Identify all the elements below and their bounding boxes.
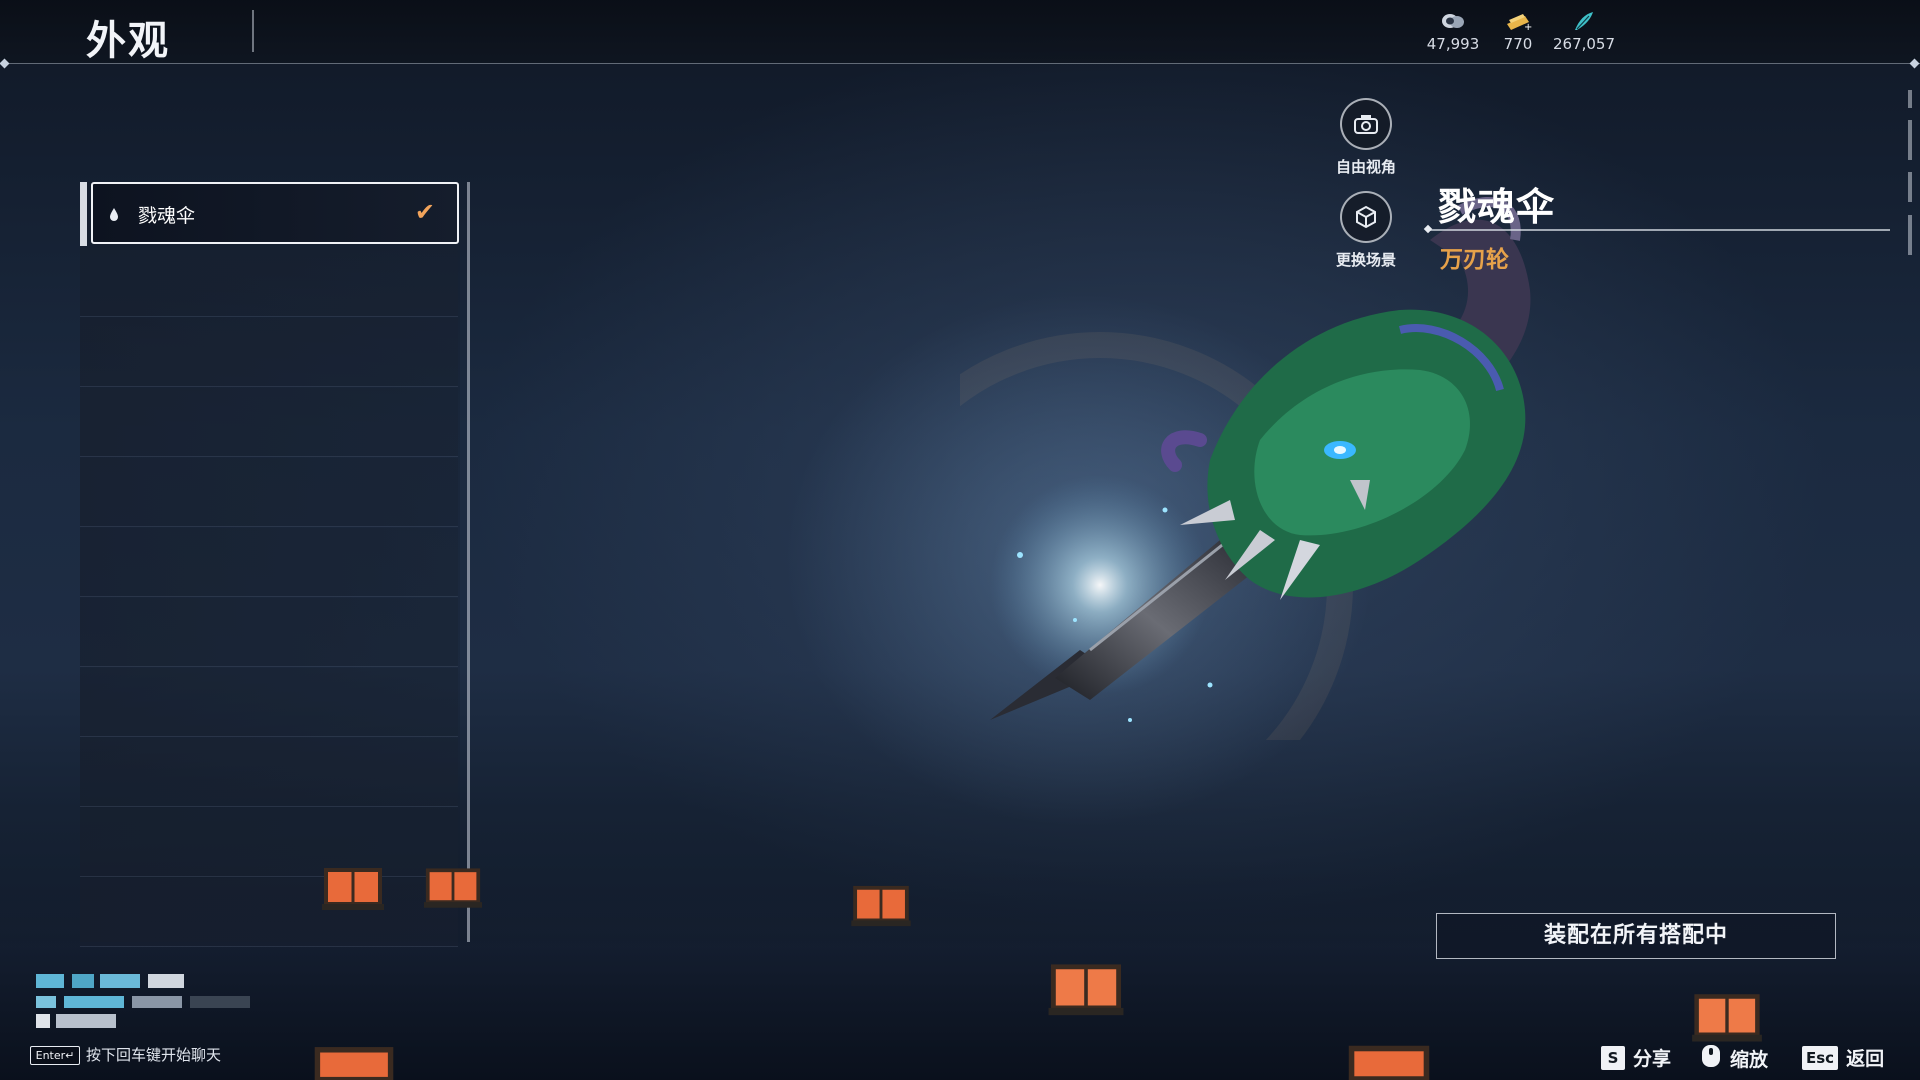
list-item-selected[interactable]: 戮魂伞 ✔ [91, 182, 459, 244]
list-item-empty [80, 458, 458, 527]
zoom-hotkey[interactable]: 缩放 [1700, 1044, 1768, 1072]
share-hotkey[interactable]: S 分享 [1601, 1044, 1671, 1071]
mouse-icon [1700, 1044, 1722, 1072]
lantern-decoration [1692, 994, 1762, 1042]
lantern-decoration [851, 885, 911, 927]
currency-feathers-value: 267,057 [1552, 35, 1616, 53]
right-scroll-rail[interactable] [1908, 90, 1912, 280]
list-item-empty [80, 388, 458, 457]
back-label: 返回 [1846, 1048, 1885, 1070]
list-item-label: 戮魂伞 [138, 205, 196, 227]
gold-ticket-icon: + [1503, 10, 1533, 33]
lantern-decoration [322, 868, 384, 910]
list-item-empty [80, 668, 458, 737]
header-divider [0, 63, 1920, 64]
list-item-empty [80, 528, 458, 597]
svg-text:+: + [1524, 22, 1532, 32]
zoom-label: 缩放 [1730, 1048, 1769, 1071]
share-label: 分享 [1633, 1048, 1672, 1070]
scene-cube-icon [1340, 191, 1392, 243]
free-camera-button[interactable]: 自由视角 [1311, 98, 1421, 177]
list-item-empty [80, 598, 458, 667]
lantern-decoration [314, 1047, 394, 1080]
free-camera-label: 自由视角 [1335, 158, 1396, 176]
lantern-decoration [1348, 1045, 1430, 1080]
list-item-empty [80, 248, 458, 317]
lantern-decoration [1048, 964, 1124, 1016]
list-item-empty [80, 318, 458, 387]
drop-icon [109, 206, 119, 221]
lantern-decoration [424, 868, 482, 908]
chat-log-pixelated [36, 972, 276, 1032]
feather-token-icon [1569, 10, 1599, 32]
list-item-empty [80, 738, 458, 807]
top-bar: 外观 47,993 + 770 267,057 [0, 0, 1920, 64]
key-s: S [1601, 1045, 1625, 1070]
page-title: 外观 [86, 18, 170, 64]
change-scene-button[interactable]: 更换场景 [1311, 191, 1421, 270]
item-name: 戮魂伞 [1438, 185, 1556, 229]
back-hotkey[interactable]: Esc 返回 [1802, 1044, 1884, 1071]
change-scene-label: 更换场景 [1335, 251, 1396, 269]
enter-key-icon: Enter↵ [30, 1046, 80, 1065]
list-scrollbar[interactable] [467, 182, 470, 942]
currency-feathers: 267,057 [1544, 10, 1624, 53]
title-separator [252, 10, 254, 52]
coin-stack-icon [1438, 10, 1468, 32]
equip-all-outfits-button[interactable]: 装配在所有搭配中 [1436, 913, 1836, 959]
list-item-empty [80, 808, 458, 877]
weapon-model [960, 196, 1531, 740]
item-name-divider [1428, 229, 1890, 231]
check-icon: ✔ [414, 198, 435, 226]
key-esc: Esc [1802, 1045, 1839, 1070]
selected-item-accent [80, 182, 87, 246]
list-item-empty [80, 878, 458, 947]
item-type: 万刃轮 [1440, 247, 1509, 273]
camera-icon [1340, 98, 1392, 150]
chat-hint[interactable]: 按下回车键开始聊天 [86, 1044, 221, 1065]
